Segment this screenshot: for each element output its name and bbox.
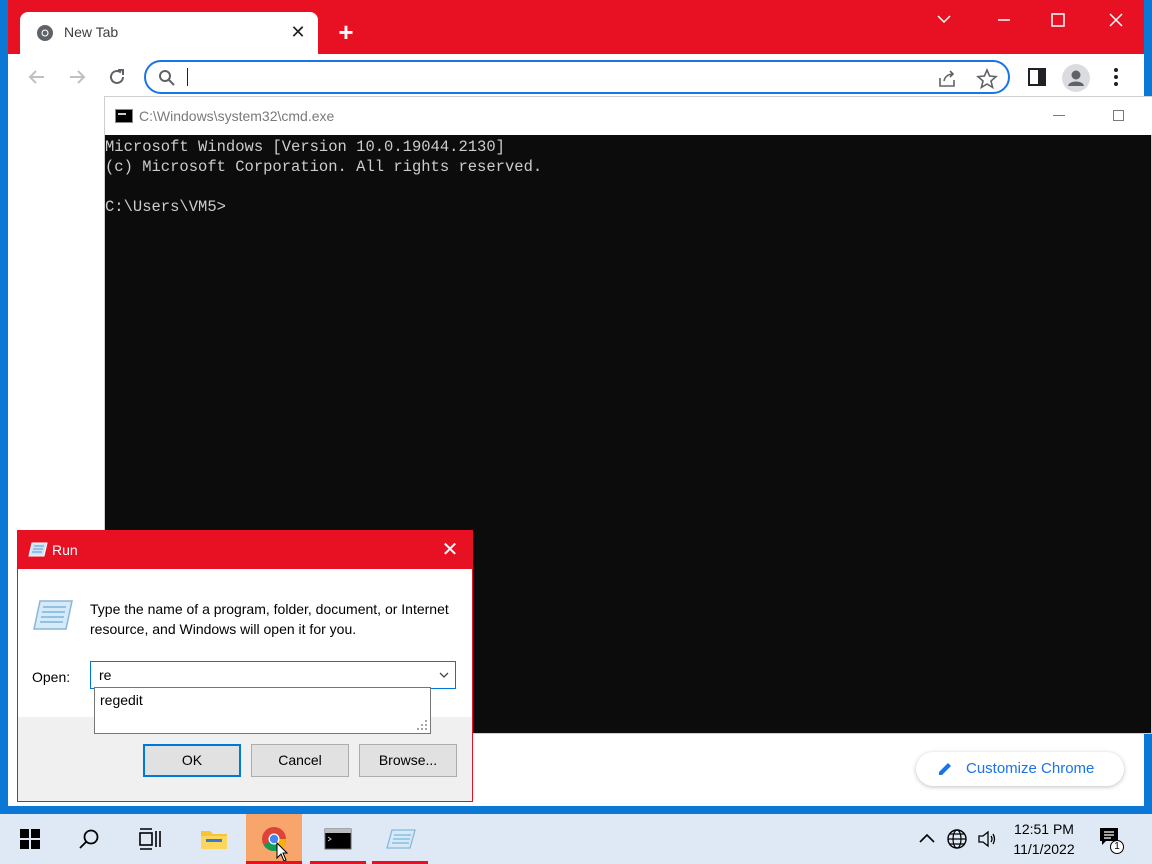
run-icon bbox=[28, 542, 48, 557]
text-caret bbox=[187, 68, 188, 86]
bookmark-star-icon[interactable] bbox=[976, 68, 998, 90]
reload-icon[interactable] bbox=[104, 64, 130, 90]
cmd-title-bar[interactable]: C:\Windows\system32\cmd.exe bbox=[105, 97, 1152, 135]
chevron-up-icon[interactable] bbox=[916, 828, 938, 850]
customize-chrome-button[interactable]: Customize Chrome bbox=[916, 752, 1124, 786]
console-line: (c) Microsoft Corporation. All rights re… bbox=[105, 158, 543, 176]
task-view-icon bbox=[139, 828, 161, 850]
run-close-icon[interactable]: ✕ bbox=[438, 539, 462, 561]
customize-chrome-label: Customize Chrome bbox=[966, 760, 1095, 777]
start-button[interactable] bbox=[2, 814, 58, 864]
file-explorer-icon bbox=[201, 831, 227, 849]
console-prompt: C:\Users\VM5> bbox=[105, 198, 226, 216]
run-title-bar[interactable]: Run ✕ bbox=[18, 531, 472, 569]
network-globe-icon[interactable] bbox=[946, 828, 968, 850]
cmd-taskbar-button[interactable] bbox=[310, 814, 366, 864]
cancel-button[interactable]: Cancel bbox=[251, 744, 349, 777]
run-icon bbox=[386, 829, 416, 849]
run-description: Type the name of a program, folder, docu… bbox=[90, 601, 449, 637]
action-center-button[interactable]: 1 bbox=[1098, 826, 1124, 854]
autocomplete-dropdown: regedit bbox=[94, 687, 431, 734]
cmd-minimize-icon[interactable] bbox=[1053, 115, 1065, 116]
volume-icon[interactable] bbox=[976, 828, 998, 850]
run-dialog: Run ✕ Type the name of a program, folder… bbox=[17, 530, 473, 802]
tab-search-icon[interactable] bbox=[926, 10, 962, 32]
run-taskbar-button[interactable] bbox=[372, 814, 428, 864]
kebab-menu-icon[interactable] bbox=[1108, 66, 1124, 88]
back-arrow-icon[interactable] bbox=[24, 64, 50, 90]
open-input-value[interactable]: re bbox=[99, 667, 111, 683]
search-icon bbox=[79, 829, 99, 849]
resize-grip-icon[interactable] bbox=[416, 719, 428, 731]
cmd-icon bbox=[324, 828, 352, 850]
profile-avatar-icon[interactable] bbox=[1062, 64, 1090, 92]
address-input[interactable] bbox=[186, 66, 886, 88]
autocomplete-item[interactable]: regedit bbox=[100, 692, 143, 708]
browse-button[interactable]: Browse... bbox=[359, 744, 457, 777]
new-tab-button[interactable]: + bbox=[334, 19, 358, 45]
chrome-favicon-icon bbox=[37, 25, 53, 41]
share-icon[interactable] bbox=[936, 68, 958, 90]
chrome-taskbar-button[interactable] bbox=[246, 814, 302, 864]
toolbar bbox=[8, 54, 1144, 100]
console-line: Microsoft Windows [Version 10.0.19044.21… bbox=[105, 138, 505, 156]
taskbar: 12:51 PM 11/1/2022 1 bbox=[0, 814, 1152, 864]
tab-new-tab[interactable]: New Tab ✕ bbox=[20, 12, 318, 54]
tab-strip: New Tab ✕ + bbox=[8, 0, 1144, 54]
cmd-title: C:\Windows\system32\cmd.exe bbox=[139, 108, 335, 124]
run-program-icon bbox=[33, 600, 73, 630]
cmd-console-output[interactable]: Microsoft Windows [Version 10.0.19044.21… bbox=[105, 137, 1145, 217]
task-view-button[interactable] bbox=[122, 814, 178, 864]
cmd-maximize-icon[interactable] bbox=[1113, 110, 1124, 121]
system-clock[interactable]: 12:51 PM 11/1/2022 bbox=[1006, 819, 1082, 859]
start-icon bbox=[20, 829, 40, 849]
chevron-down-icon[interactable] bbox=[437, 668, 451, 682]
search-button[interactable] bbox=[62, 814, 118, 864]
minimize-icon[interactable] bbox=[986, 10, 1022, 32]
clock-time: 12:51 PM bbox=[1014, 821, 1074, 837]
notification-count-badge: 1 bbox=[1110, 840, 1124, 854]
address-bar[interactable] bbox=[144, 60, 1010, 94]
pencil-icon bbox=[939, 763, 951, 775]
file-explorer-button[interactable] bbox=[186, 814, 242, 864]
search-icon bbox=[159, 70, 175, 86]
clock-date: 11/1/2022 bbox=[1013, 841, 1075, 857]
tab-close-icon[interactable]: ✕ bbox=[288, 22, 308, 42]
tab-title: New Tab bbox=[64, 24, 119, 40]
ok-button[interactable]: OK bbox=[143, 744, 241, 777]
close-window-icon[interactable] bbox=[1098, 10, 1134, 32]
run-title: Run bbox=[52, 542, 78, 558]
open-combobox[interactable]: re bbox=[90, 661, 456, 689]
cmd-icon bbox=[115, 109, 133, 123]
forward-arrow-icon[interactable] bbox=[64, 64, 90, 90]
mouse-cursor-icon bbox=[276, 842, 288, 862]
maximize-icon[interactable] bbox=[1040, 10, 1076, 32]
side-panel-icon[interactable] bbox=[1026, 66, 1048, 88]
open-label: Open: bbox=[32, 669, 71, 685]
